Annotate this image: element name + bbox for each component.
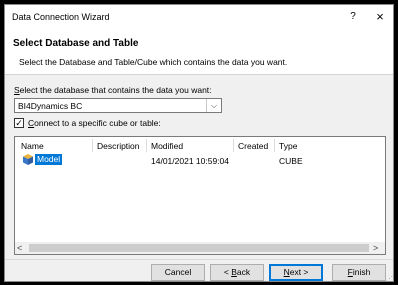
- database-dropdown[interactable]: BI4Dynamics BC ⌵: [14, 98, 222, 113]
- row-type-cell: CUBE: [279, 156, 303, 166]
- title-bar: Data Connection Wizard ? ×: [5, 5, 393, 29]
- column-divider[interactable]: [233, 139, 234, 152]
- database-select-label: Select the database that contains the da…: [14, 85, 212, 95]
- page-title: Select Database and Table: [13, 38, 139, 49]
- column-header-modified[interactable]: Modified: [151, 141, 183, 151]
- back-button[interactable]: < Back: [210, 264, 264, 281]
- back-button-text: ack: [236, 267, 251, 277]
- cancel-button[interactable]: Cancel: [151, 264, 205, 281]
- footer-divider: [5, 259, 393, 260]
- next-button[interactable]: Next >: [269, 264, 323, 281]
- page-subtitle: Select the Database and Table/Cube which…: [19, 57, 288, 67]
- help-button[interactable]: ?: [345, 9, 361, 25]
- cube-icon: [23, 154, 33, 165]
- database-dropdown-value: BI4Dynamics BC: [18, 101, 83, 111]
- scrollbar-thumb[interactable]: [29, 244, 369, 252]
- chevron-down-icon[interactable]: ⌵: [206, 99, 221, 112]
- finish-button[interactable]: Finish: [332, 264, 386, 281]
- scroll-left-icon[interactable]: <: [17, 242, 27, 254]
- wizard-header: Select Database and Table Select the Dat…: [5, 29, 393, 75]
- window-title: Data Connection Wizard: [12, 12, 110, 22]
- column-divider[interactable]: [146, 139, 147, 152]
- next-button-text: ext >: [289, 267, 309, 277]
- connect-label-text: onnect to a specific cube or table:: [34, 118, 161, 128]
- column-divider[interactable]: [274, 139, 275, 152]
- data-connection-wizard-dialog: Data Connection Wizard ? × Select Databa…: [4, 4, 394, 283]
- column-divider[interactable]: [92, 139, 93, 152]
- connect-specific-cube-label[interactable]: Connect to a specific cube or table:: [28, 118, 161, 128]
- cube-table-list[interactable]: Name Description Modified Created Type M…: [14, 136, 386, 255]
- column-header-type[interactable]: Type: [279, 141, 297, 151]
- close-button[interactable]: ×: [372, 9, 388, 25]
- finish-button-text: inish: [352, 267, 371, 277]
- scroll-right-icon[interactable]: >: [373, 242, 383, 254]
- database-label-text: elect the database that contains the dat…: [19, 85, 212, 95]
- resize-grip-icon[interactable]: ⋰: [386, 275, 393, 283]
- row-modified-cell: 14/01/2021 10:59:04: [151, 156, 229, 166]
- column-header-description[interactable]: Description: [97, 141, 140, 151]
- horizontal-scrollbar[interactable]: < >: [15, 242, 385, 254]
- column-header-created[interactable]: Created: [238, 141, 268, 151]
- column-header-name[interactable]: Name: [21, 141, 44, 151]
- connect-specific-cube-checkbox[interactable]: ✓: [14, 118, 24, 128]
- row-name-cell[interactable]: Model: [35, 154, 63, 165]
